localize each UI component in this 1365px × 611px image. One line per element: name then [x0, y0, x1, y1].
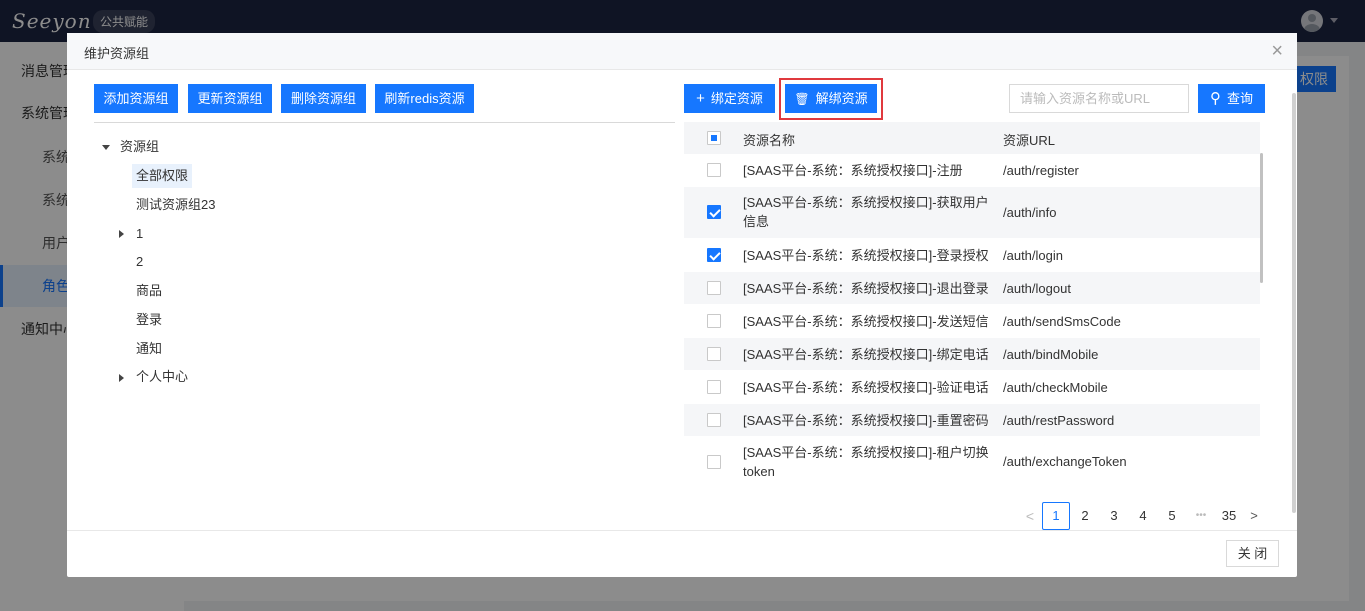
select-all-checkbox[interactable]	[707, 131, 721, 145]
cell-resource-name: [SAAS平台-系统：系统授权接口]-发送短信	[743, 314, 989, 329]
delete-group-button[interactable]: 删除资源组	[281, 84, 366, 113]
tree-node[interactable]: 通知	[136, 337, 162, 361]
cell-resource-url: /auth/bindMobile	[1003, 347, 1099, 362]
tree-node-all[interactable]: 全部权限	[132, 164, 193, 188]
tree-node[interactable]: 登录	[136, 308, 162, 332]
table-row[interactable]: [SAAS平台-系统：系统授权接口]-注册 /auth/register	[684, 154, 1260, 187]
caret-down-icon[interactable]	[102, 145, 110, 150]
cell-resource-name: [SAAS平台-系统：系统授权接口]-重置密码	[743, 413, 989, 428]
cell-resource-name: [SAAS平台-系统：系统授权接口]-租户切换 token	[743, 443, 989, 481]
cell-resource-name-line1: [SAAS平台-系统：系统授权接口]-获取用户	[743, 195, 989, 210]
bind-resource-label: 绑定资源	[710, 91, 763, 106]
highlight-annotation	[779, 78, 883, 120]
cell-resource-name: [SAAS平台-系统：系统授权接口]-登录授权	[743, 248, 989, 263]
page-2-button[interactable]: 2	[1075, 502, 1095, 530]
cell-resource-name: [SAAS平台-系统：系统授权接口]-注册	[743, 163, 963, 178]
plus-icon: +	[696, 90, 705, 107]
column-header-url: 资源URL	[1003, 133, 1056, 148]
resource-group-modal: 维护资源组 × 添加资源组 更新资源组 删除资源组 刷新redis资源 资源组 …	[67, 33, 1297, 577]
row-checkbox[interactable]	[707, 248, 721, 262]
table-row[interactable]: [SAAS平台-系统：系统授权接口]-绑定电话 /auth/bindMobile	[684, 338, 1260, 371]
bind-resource-button[interactable]: + 绑定资源	[684, 84, 775, 113]
cell-resource-url: /auth/restPassword	[1003, 413, 1115, 428]
close-icon[interactable]: ×	[1271, 41, 1283, 61]
cell-resource-name: [SAAS平台-系统：系统授权接口]-验证电话	[743, 380, 989, 395]
prev-page-button[interactable]: <	[1023, 502, 1037, 530]
modal-header: 维护资源组 ×	[67, 33, 1297, 70]
cell-resource-name-line2: token	[743, 464, 775, 479]
close-button[interactable]: 关 闭	[1226, 540, 1279, 567]
query-button[interactable]: ⚲ 查询	[1198, 84, 1265, 113]
column-header-name: 资源名称	[743, 133, 796, 148]
divider	[94, 122, 675, 123]
update-group-button[interactable]: 更新资源组	[188, 84, 272, 113]
caret-right-icon[interactable]	[119, 230, 124, 238]
row-checkbox[interactable]	[707, 163, 721, 177]
caret-right-icon[interactable]	[119, 374, 124, 382]
query-label: 查询	[1226, 91, 1253, 106]
modal-title: 维护资源组	[84, 46, 150, 61]
cell-resource-name-line2: 信息	[743, 214, 770, 229]
page-1-button[interactable]: 1	[1042, 502, 1070, 530]
cell-resource-url: /auth/login	[1003, 248, 1063, 263]
cell-resource-url: /auth/logout	[1003, 281, 1071, 296]
table-row[interactable]: [SAAS平台-系统：系统授权接口]-验证电话 /auth/checkMobil…	[684, 371, 1260, 404]
cell-resource-name: [SAAS平台-系统：系统授权接口]-退出登录	[743, 281, 989, 296]
row-checkbox[interactable]	[707, 380, 721, 394]
table-row[interactable]: [SAAS平台-系统：系统授权接口]-登录授权 /auth/login	[684, 239, 1260, 272]
cell-resource-name-line1: [SAAS平台-系统：系统授权接口]-租户切换	[743, 445, 989, 460]
table-row[interactable]: [SAAS平台-系统：系统授权接口]-租户切换 token /auth/excha…	[684, 437, 1260, 487]
page-4-button[interactable]: 4	[1133, 502, 1153, 530]
search-icon: ⚲	[1209, 90, 1221, 107]
tree-node[interactable]: 测试资源组23	[136, 193, 215, 217]
table-row[interactable]: [SAAS平台-系统：系统授权接口]-退出登录 /auth/logout	[684, 272, 1260, 305]
cell-resource-name: [SAAS平台-系统：系统授权接口]-获取用户 信息	[743, 193, 989, 231]
page-5-button[interactable]: 5	[1162, 502, 1182, 530]
page-last-button[interactable]: 35	[1217, 502, 1241, 530]
cell-resource-name: [SAAS平台-系统：系统授权接口]-绑定电话	[743, 347, 989, 362]
row-checkbox[interactable]	[707, 205, 721, 219]
table-row[interactable]: [SAAS平台-系统：系统授权接口]-获取用户 信息 /auth/info	[684, 187, 1260, 239]
cell-resource-url: /auth/info	[1003, 205, 1057, 220]
cell-resource-url: /auth/exchangeToken	[1003, 454, 1127, 469]
page-3-button[interactable]: 3	[1104, 502, 1124, 530]
tree-node[interactable]: 个人中心	[136, 365, 188, 389]
table-scrollbar[interactable]	[1260, 153, 1263, 283]
table-row[interactable]: [SAAS平台-系统：系统授权接口]-发送短信 /auth/sendSmsCod…	[684, 305, 1260, 338]
tree-node[interactable]: 商品	[136, 279, 162, 303]
row-checkbox[interactable]	[707, 314, 721, 328]
ellipsis-button[interactable]: •••	[1189, 502, 1213, 530]
add-group-button[interactable]: 添加资源组	[94, 84, 178, 113]
next-page-button[interactable]: >	[1247, 502, 1261, 530]
table-header: 资源名称 资源URL	[684, 122, 1260, 154]
row-checkbox[interactable]	[707, 281, 721, 295]
tree-root[interactable]: 资源组	[120, 135, 159, 159]
modal-scrollbar[interactable]	[1292, 93, 1296, 513]
footer-divider	[67, 530, 1297, 531]
search-input[interactable]	[1009, 84, 1189, 113]
tree-node[interactable]: 1	[136, 222, 143, 246]
tree-node[interactable]: 2	[136, 250, 143, 274]
cell-resource-url: /auth/register	[1003, 163, 1079, 178]
row-checkbox[interactable]	[707, 347, 721, 361]
table-row[interactable]: [SAAS平台-系统：系统授权接口]-重置密码 /auth/restPasswo…	[684, 404, 1260, 437]
row-checkbox[interactable]	[707, 455, 721, 469]
refresh-redis-button[interactable]: 刷新redis资源	[375, 84, 474, 113]
cell-resource-url: /auth/checkMobile	[1003, 380, 1108, 395]
row-checkbox[interactable]	[707, 413, 721, 427]
cell-resource-url: /auth/sendSmsCode	[1003, 314, 1121, 329]
